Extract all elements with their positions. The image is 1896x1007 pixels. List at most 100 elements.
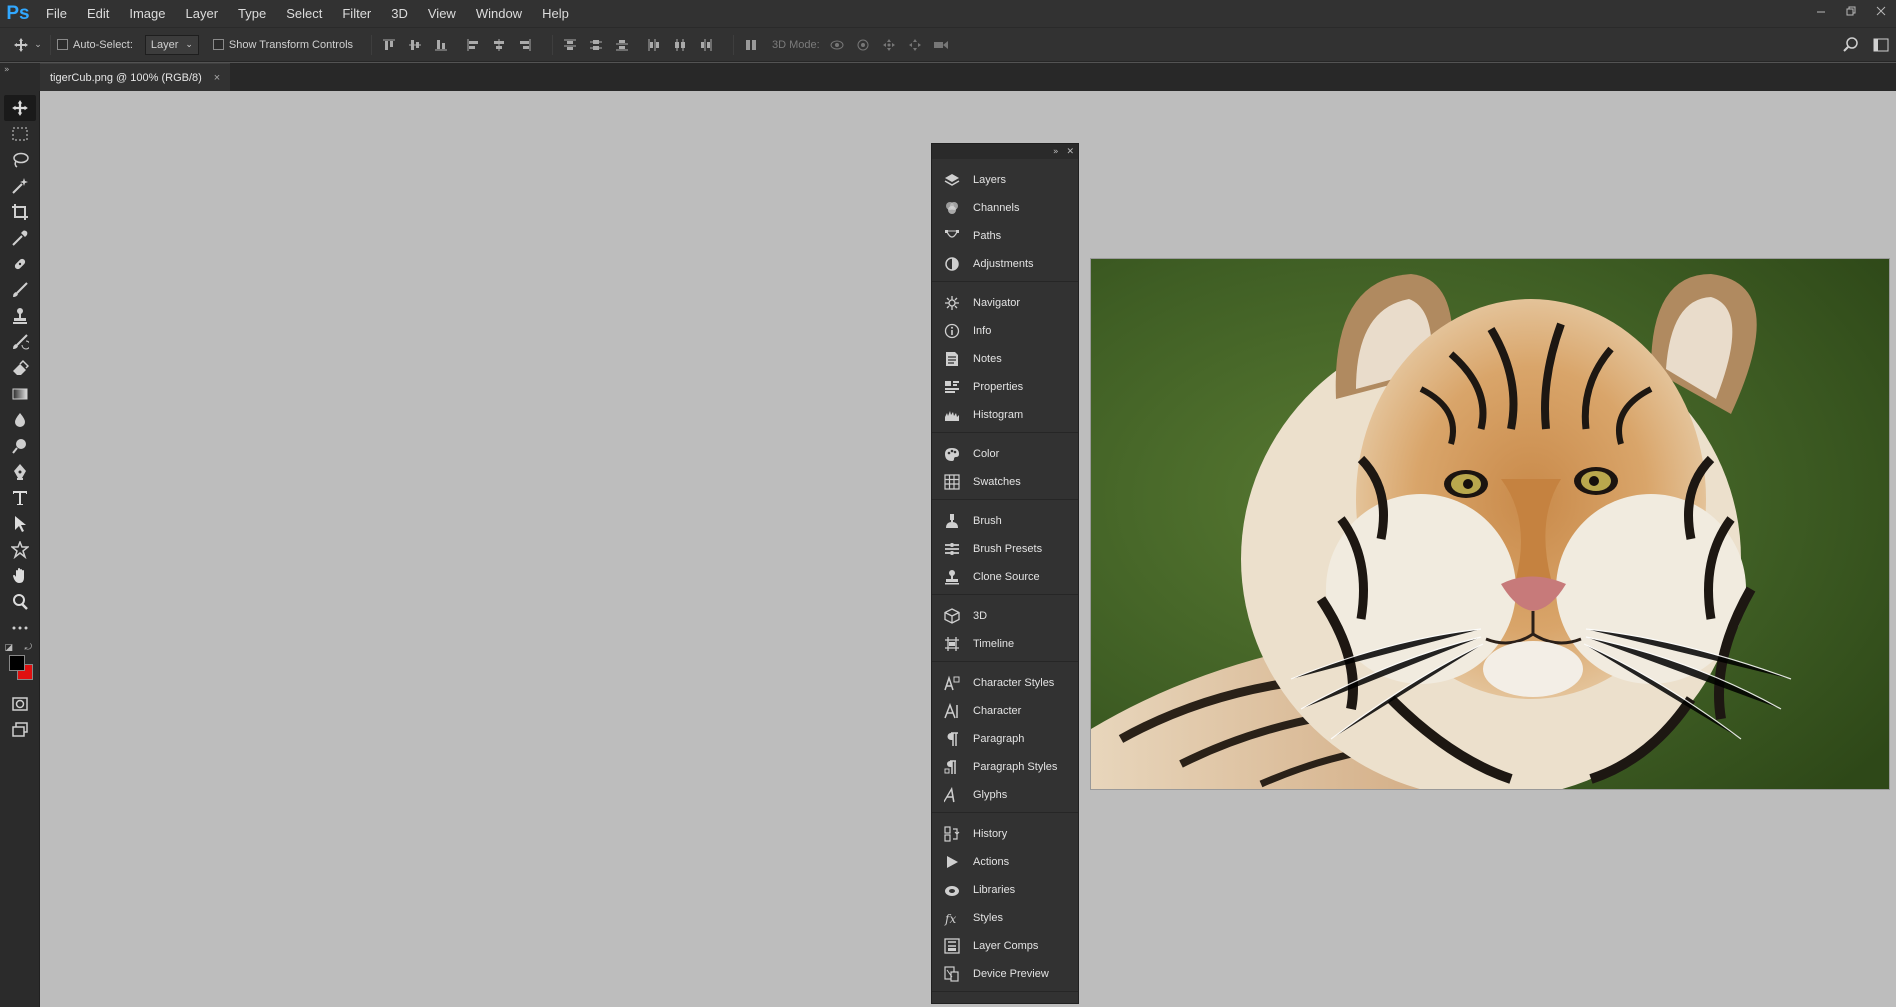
collapse-toolbar-icon[interactable]: » bbox=[0, 63, 40, 77]
crop-tool[interactable] bbox=[4, 199, 36, 225]
shape-tool[interactable] bbox=[4, 537, 36, 563]
panel-button-character[interactable]: Character bbox=[932, 697, 1078, 725]
healing-brush-tool[interactable] bbox=[4, 251, 36, 277]
menu-help[interactable]: Help bbox=[532, 0, 579, 28]
panel-button-layer-comps[interactable]: Layer Comps bbox=[932, 932, 1078, 960]
expand-panels-icon[interactable]: » bbox=[1053, 147, 1059, 157]
eyedropper-tool[interactable] bbox=[4, 225, 36, 251]
auto-select-box[interactable] bbox=[57, 39, 68, 50]
hand-tool[interactable] bbox=[4, 563, 36, 589]
menu-3d[interactable]: 3D bbox=[381, 0, 418, 28]
panel-button-layers[interactable]: Layers bbox=[932, 166, 1078, 194]
slide-3d-icon[interactable] bbox=[904, 34, 926, 56]
search-icon[interactable] bbox=[1840, 34, 1862, 56]
panel-button-character-styles[interactable]: Character Styles bbox=[932, 669, 1078, 697]
move-tool[interactable] bbox=[3, 95, 36, 121]
eraser-tool[interactable] bbox=[4, 355, 36, 381]
close-icon[interactable]: ✕ bbox=[1066, 147, 1074, 157]
lasso-tool[interactable] bbox=[4, 147, 36, 173]
panel-button-brush[interactable]: Brush bbox=[932, 507, 1078, 535]
panel-button-clone-source[interactable]: Clone Source bbox=[932, 563, 1078, 591]
menu-select[interactable]: Select bbox=[276, 0, 332, 28]
minimize-icon[interactable] bbox=[1806, 0, 1836, 22]
align-left-edges-icon[interactable] bbox=[462, 34, 484, 56]
menu-window[interactable]: Window bbox=[466, 0, 532, 28]
panel-button-libraries[interactable]: Libraries bbox=[932, 876, 1078, 904]
menu-image[interactable]: Image bbox=[119, 0, 175, 28]
document-tab[interactable]: tigerCub.png @ 100% (RGB/8) × bbox=[40, 63, 231, 91]
panel-button-properties[interactable]: Properties bbox=[932, 373, 1078, 401]
panel-button-swatches[interactable]: Swatches bbox=[932, 468, 1078, 496]
panel-button-3d[interactable]: 3D bbox=[932, 602, 1078, 630]
roll-3d-icon[interactable] bbox=[852, 34, 874, 56]
menu-edit[interactable]: Edit bbox=[77, 0, 119, 28]
pen-tool[interactable] bbox=[4, 459, 36, 485]
panel-button-color[interactable]: Color bbox=[932, 440, 1078, 468]
show-transform-controls-checkbox[interactable]: Show Transform Controls bbox=[212, 39, 353, 51]
auto-select-target-dropdown[interactable]: Layer ⌄ bbox=[144, 34, 199, 55]
tab-close-icon[interactable]: × bbox=[214, 72, 220, 84]
menu-filter[interactable]: Filter bbox=[332, 0, 381, 28]
scale-3d-icon[interactable] bbox=[930, 34, 952, 56]
default-colors-icon[interactable]: ◪ bbox=[5, 643, 14, 653]
panel-button-glyphs[interactable]: Glyphs bbox=[932, 781, 1078, 809]
panel-button-history[interactable]: History bbox=[932, 820, 1078, 848]
panel-button-timeline[interactable]: Timeline bbox=[932, 630, 1078, 658]
panel-button-info[interactable]: Info bbox=[932, 317, 1078, 345]
align-top-edges-icon[interactable] bbox=[378, 34, 400, 56]
pan-3d-icon[interactable] bbox=[878, 34, 900, 56]
zoom-tool[interactable] bbox=[4, 589, 36, 615]
align-right-edges-icon[interactable] bbox=[514, 34, 536, 56]
auto-select-checkbox[interactable]: Auto-Select: bbox=[57, 39, 133, 51]
menu-type[interactable]: Type bbox=[228, 0, 276, 28]
distribute-horizontal-centers-icon[interactable] bbox=[669, 34, 691, 56]
distribute-left-icon[interactable] bbox=[643, 34, 665, 56]
panel-button-paths[interactable]: Paths bbox=[932, 222, 1078, 250]
panel-button-paragraph-styles[interactable]: Paragraph Styles bbox=[932, 753, 1078, 781]
panel-button-adjustments[interactable]: Adjustments bbox=[932, 250, 1078, 278]
align-horizontal-centers-icon[interactable] bbox=[488, 34, 510, 56]
panel-button-histogram[interactable]: Histogram bbox=[932, 401, 1078, 429]
panel-button-notes[interactable]: Notes bbox=[932, 345, 1078, 373]
blur-tool[interactable] bbox=[4, 407, 36, 433]
menu-layer[interactable]: Layer bbox=[176, 0, 229, 28]
menu-view[interactable]: View bbox=[418, 0, 466, 28]
panel-button-channels[interactable]: Channels bbox=[932, 194, 1078, 222]
distribute-top-icon[interactable] bbox=[559, 34, 581, 56]
magic-wand-tool[interactable] bbox=[4, 173, 36, 199]
history-brush-tool[interactable] bbox=[4, 329, 36, 355]
path-selection-tool[interactable] bbox=[4, 511, 36, 537]
panel-button-navigator[interactable]: Navigator bbox=[932, 289, 1078, 317]
align-bottom-edges-icon[interactable] bbox=[430, 34, 452, 56]
swap-colors-icon[interactable]: ⤾ bbox=[25, 643, 33, 653]
gradient-tool[interactable] bbox=[4, 381, 36, 407]
panel-button-actions[interactable]: Actions bbox=[932, 848, 1078, 876]
align-vertical-centers-icon[interactable] bbox=[404, 34, 426, 56]
distribute-vertical-centers-icon[interactable] bbox=[585, 34, 607, 56]
screen-mode-icon[interactable] bbox=[4, 717, 36, 743]
menu-file[interactable]: File bbox=[36, 0, 77, 28]
dodge-tool[interactable] bbox=[4, 433, 36, 459]
panel-button-paragraph[interactable]: Paragraph bbox=[932, 725, 1078, 753]
orbit-3d-icon[interactable] bbox=[826, 34, 848, 56]
foreground-color-swatch[interactable] bbox=[8, 655, 25, 671]
quick-mask-icon[interactable] bbox=[4, 691, 36, 717]
auto-align-layers-icon[interactable] bbox=[740, 34, 762, 56]
type-tool[interactable] bbox=[4, 485, 36, 511]
clone-stamp-tool[interactable] bbox=[4, 303, 36, 329]
workspace-switcher-icon[interactable] bbox=[1870, 34, 1892, 56]
marquee-tool[interactable] bbox=[4, 121, 36, 147]
close-icon[interactable] bbox=[1866, 0, 1896, 22]
distribute-right-icon[interactable] bbox=[695, 34, 717, 56]
brush-tool[interactable] bbox=[4, 277, 36, 303]
panel-button-styles[interactable]: fx Styles bbox=[932, 904, 1078, 932]
show-transform-box[interactable] bbox=[212, 39, 224, 50]
edit-toolbar-icon[interactable] bbox=[4, 615, 36, 641]
panel-button-brush-presets[interactable]: Brush Presets bbox=[932, 535, 1078, 563]
panel-button-device-preview[interactable]: Device Preview bbox=[932, 960, 1078, 988]
document-canvas-image[interactable] bbox=[1090, 258, 1890, 790]
distribute-bottom-icon[interactable] bbox=[611, 34, 633, 56]
move-tool-preset-icon[interactable] bbox=[10, 34, 32, 56]
chevron-down-icon[interactable]: ⌄ bbox=[32, 34, 44, 56]
restore-icon[interactable] bbox=[1836, 0, 1866, 22]
